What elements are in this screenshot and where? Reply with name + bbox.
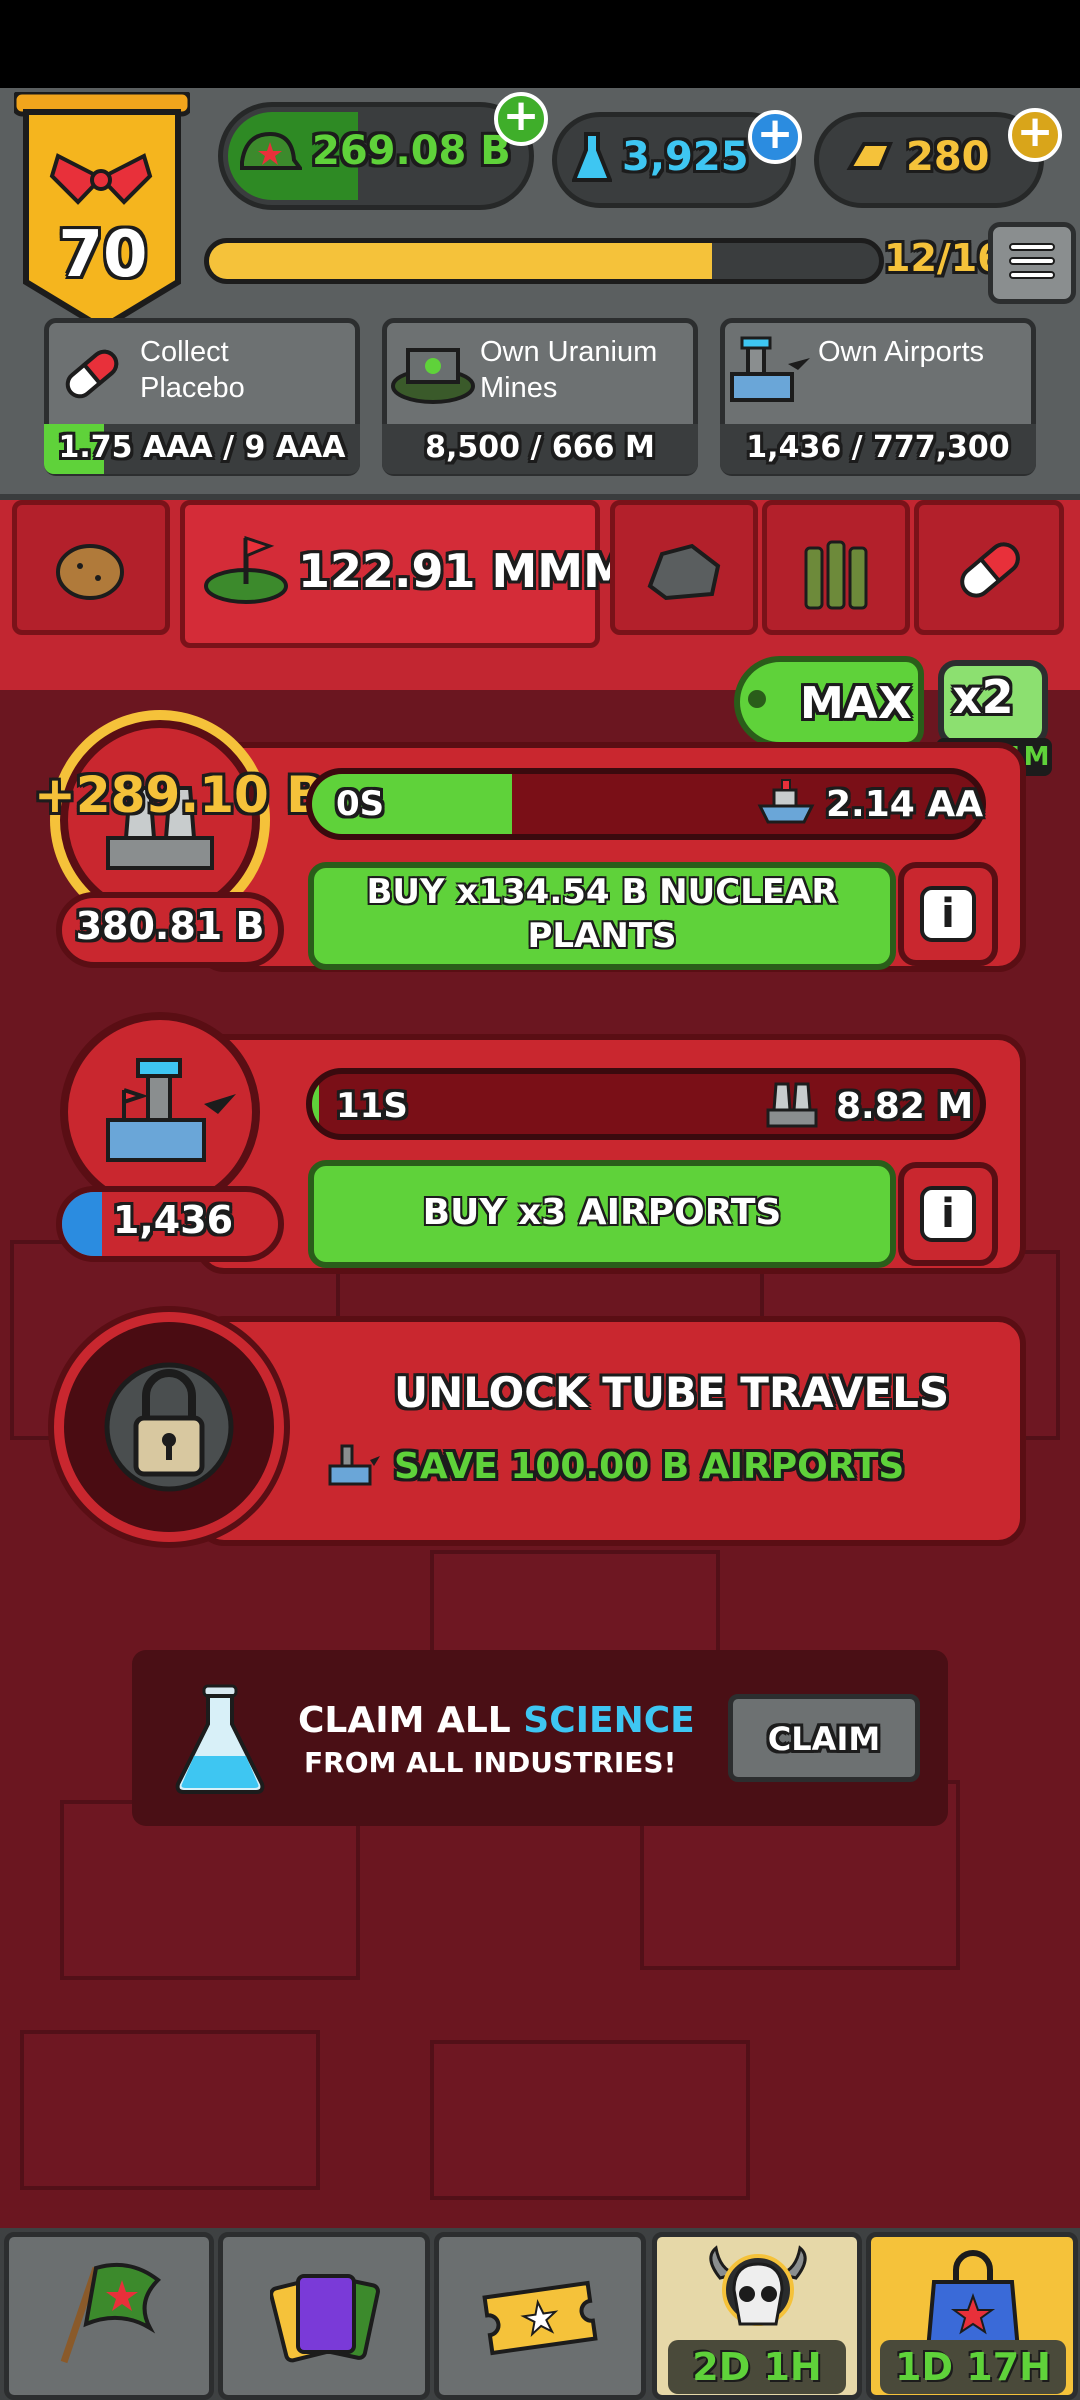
- rank-emblem-icon: [48, 148, 154, 208]
- science-value: 3,925: [622, 134, 749, 180]
- info-icon: i: [920, 1186, 976, 1242]
- cash-value: 269.08 B: [312, 128, 511, 174]
- airport-icon: [726, 334, 812, 406]
- claim-button-label: CLAIM: [767, 1720, 881, 1758]
- owned-value-nuclear: 380.81 B: [75, 904, 265, 948]
- mission-progress-text-placebo: 1.75 AAA / 9 AAA: [58, 430, 346, 465]
- claim-line1: CLAIM ALL SCIENCE: [298, 1700, 695, 1741]
- locked-industry-card[interactable]: [196, 1316, 1026, 1546]
- event-timer: 2D 1H: [668, 2340, 846, 2394]
- arrow-left-icon: [748, 690, 766, 708]
- menu-button[interactable]: [988, 222, 1076, 304]
- timer-nuclear: 0S: [336, 784, 385, 824]
- airport-building-icon: [106, 1058, 236, 1162]
- income-nuclear: 2.14 AA: [826, 784, 984, 825]
- ore-rock-icon: [642, 536, 726, 606]
- ticket-icon: [478, 2270, 602, 2366]
- owned-value-airports: 1,436: [112, 1198, 234, 1242]
- ship-icon: [756, 776, 816, 828]
- uranium-mine-icon: [390, 336, 476, 406]
- rank-banner[interactable]: [11, 89, 193, 332]
- potato-icon: [50, 536, 130, 606]
- add-cash-button[interactable]: +: [494, 92, 548, 146]
- gold-bar-icon: [846, 138, 894, 178]
- buy-label-airports: BUY x3 AIRPORTS: [422, 1192, 782, 1233]
- timer-airports: 11S: [336, 1086, 408, 1126]
- airport-requirement-icon: [326, 1440, 382, 1490]
- mission-progress-text-airports: 1,436 / 777,300: [746, 430, 1010, 465]
- mission-label-airports: Own Airports: [818, 336, 984, 368]
- pill-tab-icon: [950, 530, 1030, 610]
- buy-label-nuclear: BUY x134.54 B NUCLEAR PLANTS: [366, 872, 838, 956]
- income-airports: 8.82 M: [836, 1086, 974, 1127]
- floating-income: +289.10 B: [34, 766, 325, 824]
- ammo-icon: [800, 528, 872, 612]
- mission-label-uranium: Own Uranium Mines: [480, 336, 658, 404]
- rank-level: 70: [58, 218, 148, 292]
- add-gold-button[interactable]: +: [1008, 108, 1062, 162]
- nuclear-mini-icon: [762, 1074, 822, 1132]
- pill-icon: [56, 338, 128, 410]
- info-icon: i: [920, 886, 976, 942]
- active-tab-value: 122.91 MMM: [298, 544, 629, 598]
- gold-value: 280: [906, 134, 990, 180]
- flag-icon: [50, 2254, 170, 2374]
- claim-line2: FROM ALL INDUSTRIES!: [304, 1746, 677, 1779]
- cash-icon: [236, 124, 304, 184]
- add-science-button[interactable]: +: [748, 110, 802, 164]
- buy-mode-label: MAX: [800, 678, 912, 729]
- rank-progress-bar: [204, 238, 884, 284]
- airport-avatar[interactable]: [60, 1012, 260, 1212]
- claim-highlight: SCIENCE: [523, 1700, 695, 1741]
- menu-icon: [1009, 243, 1055, 279]
- locked-title: UNLOCK TUBE TRAVELS: [394, 1368, 950, 1417]
- rank-progress-text: 12/16: [884, 236, 1004, 280]
- locked-requirement: SAVE 100.00 B AIRPORTS: [394, 1446, 905, 1487]
- science-flask-icon: [170, 1680, 270, 1800]
- shop-timer: 1D 17H: [880, 2340, 1066, 2394]
- island-flag-icon: [200, 528, 292, 608]
- cards-icon: [269, 2262, 380, 2372]
- mission-progress-text-uranium: 8,500 / 666 M: [425, 430, 655, 465]
- mission-label-placebo: Collect Placebo: [140, 336, 245, 404]
- boost-label: x2: [952, 670, 1014, 724]
- lock-icon: [104, 1362, 234, 1492]
- locked-avatar: [54, 1312, 284, 1542]
- flask-icon: [571, 130, 613, 186]
- claim-prefix: CLAIM ALL: [298, 1700, 511, 1741]
